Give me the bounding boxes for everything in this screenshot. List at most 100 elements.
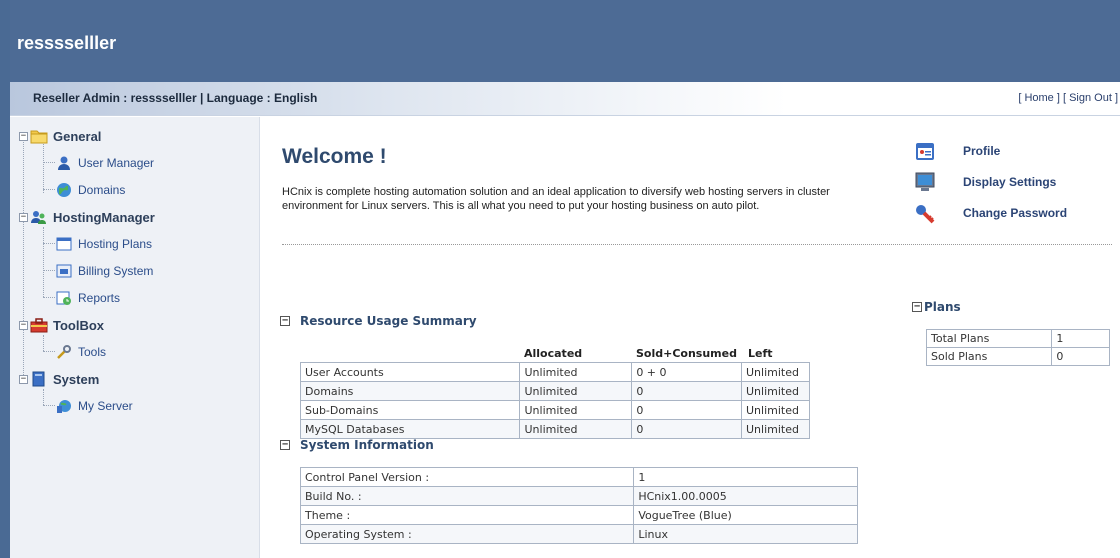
display-settings-link[interactable]: Display Settings (912, 166, 1067, 197)
table-cell: Domains (299, 381, 521, 401)
table-row: MySQL Databases Unlimited 0 Unlimited (299, 419, 810, 439)
collapse-toggle[interactable]: − (280, 440, 290, 450)
table-cell: Unlimited (741, 400, 810, 420)
key-icon (912, 200, 938, 226)
column-header: Allocated (524, 347, 583, 360)
tree-line (43, 162, 55, 163)
column-header: Left (748, 347, 773, 360)
sidebar: − General User Manager Domains − Hosting… (10, 117, 260, 558)
tree-node-hostingmanager[interactable]: − HostingManager (19, 208, 155, 226)
table-cell: Control Panel Version : (299, 467, 635, 487)
sidebar-item-tools[interactable]: Tools (55, 343, 106, 361)
resource-summary-header[interactable]: − Resource Usage Summary (280, 314, 477, 328)
table-row: Total Plans 1 (925, 329, 1110, 348)
table-cell: Theme : (299, 505, 635, 525)
table-cell: Unlimited (519, 419, 633, 439)
tree-line (43, 227, 44, 297)
header-bar: resssselller (10, 0, 1120, 82)
table-cell: Linux (633, 524, 858, 544)
sidebar-item-my-server[interactable]: My Server (55, 397, 133, 415)
app-title: resssselller (17, 33, 117, 53)
table-cell: Build No. : (299, 486, 635, 506)
table-cell: Unlimited (519, 362, 633, 382)
collapse-toggle[interactable]: − (280, 316, 290, 326)
table-cell: Total Plans (925, 329, 1053, 348)
plans-table: Total Plans 1 Sold Plans 0 (925, 329, 1110, 366)
folder-icon (30, 127, 48, 145)
table-cell: MySQL Databases (299, 419, 521, 439)
table-row: Theme : VogueTree (Blue) (299, 505, 858, 525)
system-info-header[interactable]: − System Information (280, 438, 434, 452)
sidebar-item-label: My Server (78, 399, 133, 413)
report-icon (55, 289, 73, 307)
quick-links: Profile Display Settings Change Password (912, 135, 1067, 228)
collapse-toggle[interactable]: − (19, 320, 28, 330)
home-link[interactable]: [ Home ] (1018, 92, 1060, 104)
plans-header[interactable]: − Plans (912, 300, 961, 314)
table-cell: 1 (1051, 329, 1110, 348)
tree-node-system[interactable]: − System (19, 370, 99, 388)
tree-node-label: HostingManager (53, 209, 155, 225)
calculator-icon (55, 262, 73, 280)
table-cell: User Accounts (299, 362, 521, 382)
sidebar-item-label: Hosting Plans (78, 237, 153, 251)
tree-line (43, 351, 55, 352)
tree-line (43, 139, 44, 193)
quick-link-label: Change Password (963, 205, 1068, 220)
user-language-info: Reseller Admin : resssselller | Language… (33, 91, 318, 105)
table-cell: Sub-Domains (299, 400, 521, 420)
table-cell: Unlimited (519, 400, 633, 420)
monitor-icon (912, 169, 938, 195)
table-cell: HCnix1.00.0005 (633, 486, 858, 506)
tree-line (23, 137, 24, 377)
table-row: Control Panel Version : 1 (299, 467, 858, 487)
table-cell: VogueTree (Blue) (633, 505, 858, 525)
collapse-toggle[interactable]: − (19, 374, 28, 384)
tree-line (43, 189, 55, 190)
tree-line (43, 335, 44, 351)
window-icon (55, 235, 73, 253)
tree-node-general[interactable]: − General (19, 127, 101, 145)
table-cell: 0 + 0 (631, 362, 742, 382)
resource-usage-table: User Accounts Unlimited 0 + 0 Unlimited … (299, 362, 810, 439)
sidebar-item-hosting-plans[interactable]: Hosting Plans (55, 235, 152, 253)
resource-table-header: Allocated Sold+Consumed Left (302, 345, 810, 363)
tree-node-label: ToolBox (53, 317, 105, 333)
collapse-toggle[interactable]: − (912, 302, 922, 312)
table-cell: 0 (631, 419, 742, 439)
wrench-icon (55, 343, 73, 361)
table-cell: 1 (633, 467, 858, 487)
table-row: Sold Plans 0 (925, 347, 1110, 366)
change-password-link[interactable]: Change Password (912, 197, 1067, 228)
sidebar-item-domains[interactable]: Domains (55, 181, 125, 199)
table-row: Domains Unlimited 0 Unlimited (299, 381, 810, 401)
table-row: User Accounts Unlimited 0 + 0 Unlimited (299, 362, 810, 382)
section-title: System Information (300, 438, 434, 452)
collapse-toggle[interactable]: − (19, 212, 28, 222)
section-title: Plans (924, 300, 961, 314)
table-cell: Unlimited (741, 419, 810, 439)
left-frame-border (0, 0, 10, 558)
table-cell: 0 (1051, 347, 1110, 366)
divider (282, 244, 1112, 245)
sidebar-item-user-manager[interactable]: User Manager (55, 154, 154, 172)
tree-node-label: General (53, 128, 102, 144)
table-cell: Unlimited (741, 362, 810, 382)
sidebar-item-billing-system[interactable]: Billing System (55, 262, 153, 280)
computer-icon (30, 370, 48, 388)
sidebar-item-reports[interactable]: Reports (55, 289, 120, 307)
profile-card-icon (912, 138, 938, 164)
quick-link-label: Display Settings (963, 174, 1057, 189)
table-cell: 0 (631, 381, 742, 401)
sidebar-item-label: Domains (78, 183, 126, 197)
column-header: Sold+Consumed (636, 347, 737, 360)
system-info-table: Control Panel Version : 1 Build No. : HC… (299, 467, 858, 544)
top-links: [ Home ] [ Sign Out ] (1018, 92, 1118, 104)
tree-line (43, 243, 55, 244)
profile-link[interactable]: Profile (912, 135, 1067, 166)
collapse-toggle[interactable]: − (19, 131, 28, 141)
section-title: Resource Usage Summary (300, 314, 477, 328)
sign-out-link[interactable]: [ Sign Out ] (1063, 92, 1118, 104)
tree-node-toolbox[interactable]: − ToolBox (19, 316, 104, 334)
tree-line (43, 270, 55, 271)
